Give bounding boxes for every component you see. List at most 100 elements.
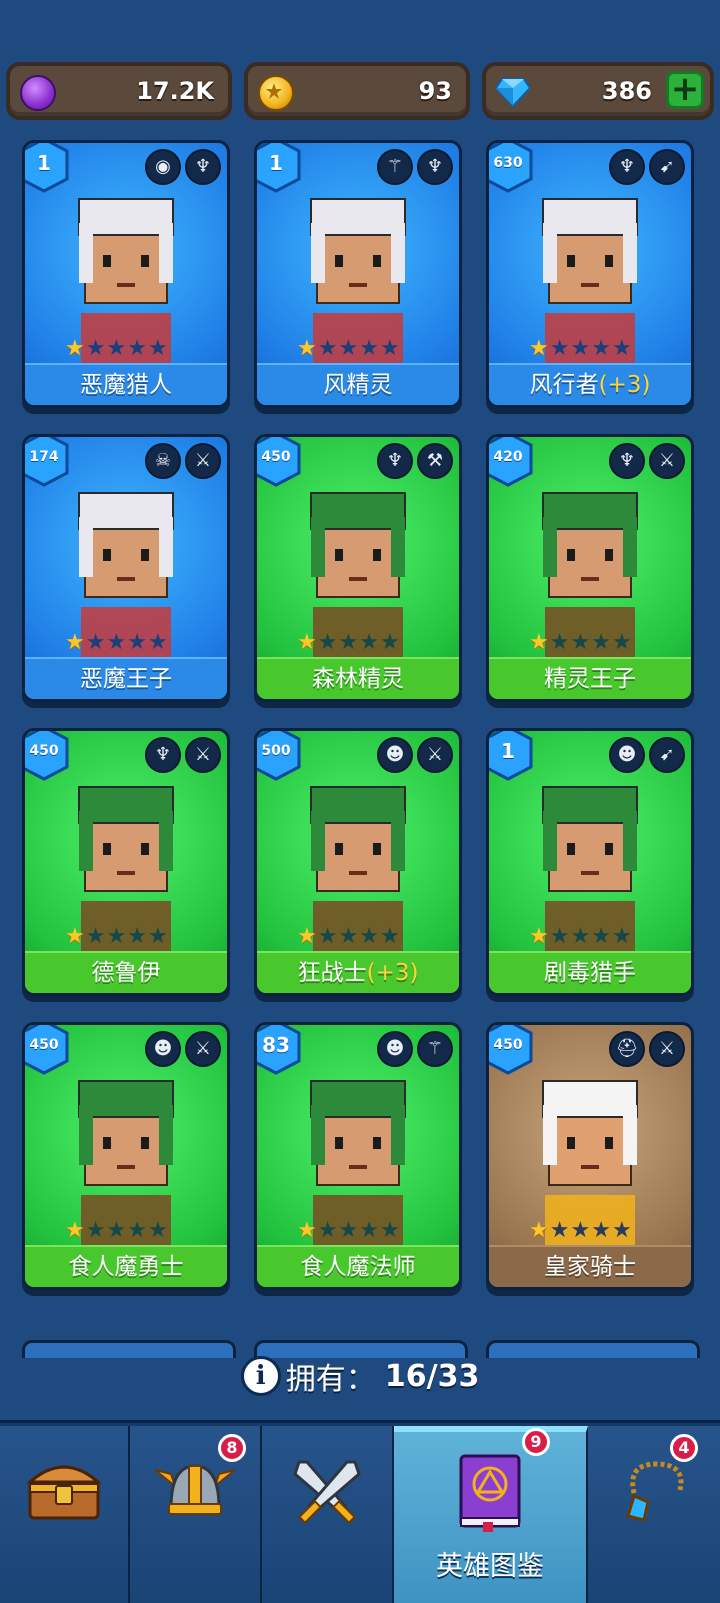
hero-card[interactable]: 450 ♆ ⚔ ★ ★ ★ ★ ★ 德鲁伊 <box>22 728 230 996</box>
hero-level-badge: 1 <box>257 143 303 193</box>
star-empty-icon: ★ <box>379 1218 400 1243</box>
nav-tab-battle[interactable] <box>262 1426 394 1603</box>
bow-icon: ➹ <box>649 149 685 185</box>
hero-level-badge: 450 <box>25 1025 71 1075</box>
crossed-swords-icon <box>293 1460 361 1525</box>
bottom-navigation: 8 英雄图鉴 9 4 <box>0 1420 720 1603</box>
hero-stars: ★ ★ ★ ★ ★ <box>529 925 632 949</box>
hero-name-bar: 恶魔王子 <box>25 657 227 699</box>
bow-icon: ➹ <box>649 737 685 773</box>
hero-level: 630 <box>493 155 523 171</box>
hero-portrait <box>542 198 638 363</box>
orc-icon: ☻ <box>377 737 413 773</box>
hero-portrait <box>310 492 406 657</box>
hero-level: 1 <box>501 739 515 763</box>
purple-currency-display[interactable]: 17.2K <box>6 62 232 120</box>
hero-stars: ★ ★ ★ ★ ★ <box>65 631 168 655</box>
hero-card[interactable]: 420 ♆ ⚔ ★ ★ ★ ★ ★ 精灵王子 <box>486 434 694 702</box>
hero-stars: ★ ★ ★ ★ ★ <box>65 1219 168 1243</box>
collection-value: 16/33 <box>384 1358 480 1394</box>
spellbook-icon <box>459 1454 521 1532</box>
star-empty-icon: ★ <box>611 924 632 949</box>
star-empty-icon: ★ <box>127 924 147 949</box>
hero-card[interactable]: 630 ♆ ➹ ★ ★ ★ ★ ★ 风行者(+3) <box>486 140 694 408</box>
orc-icon: ☻ <box>145 1031 181 1067</box>
star-empty-icon: ★ <box>106 630 127 655</box>
hero-book-notification-badge: 9 <box>522 1428 550 1456</box>
hero-name-bar: 食人魔勇士 <box>25 1245 227 1287</box>
star-empty-icon: ★ <box>127 1218 147 1243</box>
hero-stars: ★ ★ ★ ★ ★ <box>65 337 168 361</box>
elf-icon: ♆ <box>609 443 645 479</box>
hero-level-badge: 450 <box>257 437 303 487</box>
hero-card[interactable]: 83 ☻ ⚚ ★ ★ ★ ★ ★ 食人魔法师 <box>254 1022 462 1290</box>
hero-name: 食人魔勇士 <box>68 1254 184 1280</box>
star-empty-icon: ★ <box>317 336 338 361</box>
collection-label: 拥有： <box>285 1362 376 1397</box>
star-empty-icon: ★ <box>591 336 611 361</box>
star-empty-icon: ★ <box>338 924 359 949</box>
star-empty-icon: ★ <box>85 1218 106 1243</box>
orc-icon: ☻ <box>609 737 645 773</box>
hero-portrait <box>542 492 638 657</box>
diamond-currency-display[interactable]: 386 + <box>482 62 714 120</box>
star-empty-icon: ★ <box>147 630 168 655</box>
hero-card[interactable]: 450 ♆ ⚒ ★ ★ ★ ★ ★ 森林精灵 <box>254 434 462 702</box>
star-empty-icon: ★ <box>106 336 127 361</box>
star-empty-icon: ★ <box>591 924 611 949</box>
hero-name: 德鲁伊 <box>91 960 161 986</box>
star-filled-icon: ★ <box>297 924 317 949</box>
hero-level: 174 <box>29 449 59 465</box>
amulet-icon <box>626 1461 684 1522</box>
gold-currency-value: 93 <box>418 77 452 105</box>
helmet-icon: ⛑ <box>609 1031 645 1067</box>
hero-portrait <box>78 1080 174 1245</box>
star-empty-icon: ★ <box>127 336 147 361</box>
hero-name-bar: 森林精灵 <box>257 657 459 699</box>
gold-currency-display[interactable]: 93 <box>244 62 470 120</box>
star-empty-icon: ★ <box>147 1218 168 1243</box>
sword-icon: ⚔ <box>185 1031 221 1067</box>
hero-level: 83 <box>262 1033 290 1057</box>
star-empty-icon: ★ <box>379 630 400 655</box>
heroes-notification-badge: 8 <box>218 1434 246 1462</box>
star-filled-icon: ★ <box>529 924 549 949</box>
hero-name: 食人魔法师 <box>300 1254 416 1280</box>
hero-name-bar: 德鲁伊 <box>25 951 227 993</box>
info-icon[interactable]: i <box>240 1356 281 1396</box>
star-filled-icon: ★ <box>65 630 85 655</box>
nav-label-hero-book: 英雄图鉴 <box>436 1551 544 1582</box>
nav-tab-heroes[interactable]: 8 <box>130 1426 262 1603</box>
demon-skull-icon: ☠ <box>145 443 181 479</box>
hero-level-badge: 83 <box>257 1025 303 1075</box>
nav-tab-hero-book[interactable]: 英雄图鉴 9 <box>394 1426 588 1603</box>
star-empty-icon: ★ <box>570 630 591 655</box>
hero-card[interactable]: 1 ◉ ♆ ★ ★ ★ ★ ★ 恶魔猎人 <box>22 140 230 408</box>
hero-card[interactable]: 174 ☠ ⚔ ★ ★ ★ ★ ★ 恶魔王子 <box>22 434 230 702</box>
nav-tab-chest[interactable] <box>0 1426 130 1603</box>
hero-card[interactable]: 1 ⚚ ♆ ★ ★ ★ ★ ★ 风精灵 <box>254 140 462 408</box>
hero-portrait <box>310 198 406 363</box>
hero-level: 420 <box>493 449 523 465</box>
star-filled-icon: ★ <box>529 1218 549 1243</box>
hero-name: 风行者 <box>529 372 599 398</box>
hero-name-bar: 剧毒猎手 <box>489 951 691 993</box>
hero-stars: ★ ★ ★ ★ ★ <box>297 925 400 949</box>
orc-icon: ☻ <box>377 1031 413 1067</box>
hero-stars: ★ ★ ★ ★ ★ <box>529 631 632 655</box>
hero-card[interactable]: 1 ☻ ➹ ★ ★ ★ ★ ★ 剧毒猎手 <box>486 728 694 996</box>
nav-tab-amulet[interactable]: 4 <box>588 1426 720 1603</box>
hero-level-badge: 420 <box>489 437 535 487</box>
add-diamonds-button[interactable]: + <box>666 71 704 109</box>
hero-card[interactable]: 450 ⛑ ⚔ ★ ★ ★ ★ ★ 皇家骑士 <box>486 1022 694 1290</box>
diamond-currency-value: 386 <box>601 77 652 105</box>
hero-card[interactable]: 500 ☻ ⚔ ★ ★ ★ ★ ★ 狂战士(+3) <box>254 728 462 996</box>
sword-icon: ⚔ <box>185 737 221 773</box>
hero-card[interactable]: 450 ☻ ⚔ ★ ★ ★ ★ ★ 食人魔勇士 <box>22 1022 230 1290</box>
hero-name: 皇家骑士 <box>544 1254 636 1280</box>
status-bar-area <box>0 0 720 54</box>
sword-icon: ⚔ <box>649 1031 685 1067</box>
elf-icon: ♆ <box>417 149 453 185</box>
hero-stars: ★ ★ ★ ★ ★ <box>297 1219 400 1243</box>
hero-portrait <box>542 1080 638 1245</box>
